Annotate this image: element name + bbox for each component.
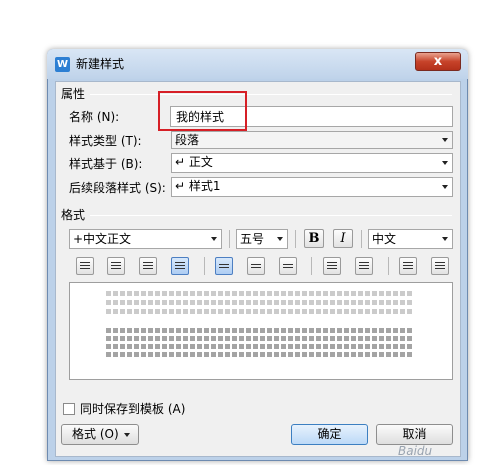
format-menu-button[interactable]: 格式 (O): [61, 424, 139, 445]
preview-previous-paragraph: [106, 300, 412, 305]
decrease-indent-icon[interactable]: [399, 257, 417, 275]
space-after-icon[interactable]: [355, 257, 373, 275]
language-value: 中文: [372, 232, 397, 246]
format-group-label: 格式: [61, 208, 89, 222]
style-preview-pane: [69, 282, 453, 380]
toolbar-separator: [295, 230, 296, 248]
watermark: Baidu: [398, 444, 433, 458]
language-select[interactable]: 中文: [368, 229, 453, 249]
font-size-select[interactable]: 五号: [236, 229, 288, 249]
italic-button[interactable]: I: [333, 229, 353, 248]
align-right-icon[interactable]: [139, 257, 157, 275]
preview-sample-paragraph: [106, 344, 412, 349]
format-group-line: [90, 215, 452, 216]
chevron-down-icon: [442, 185, 448, 189]
font-select[interactable]: +中文正文: [69, 229, 222, 249]
based-on-select[interactable]: ↵ 正文: [171, 153, 453, 173]
preview-previous-paragraph: [106, 309, 412, 314]
chevron-down-icon: [124, 432, 130, 437]
next-style-value: ↵ 样式1: [175, 179, 221, 193]
align-left-icon[interactable]: [76, 257, 94, 275]
space-before-icon[interactable]: [323, 257, 341, 275]
add-to-template-checkbox[interactable]: [63, 403, 75, 415]
line-spacing-double-icon[interactable]: [279, 257, 297, 275]
toolbar-separator: [361, 230, 362, 248]
align-center-icon[interactable]: [107, 257, 125, 275]
name-label: 名称 (N):: [69, 110, 120, 124]
chevron-down-icon: [277, 237, 283, 241]
dialog-title: 新建样式: [76, 57, 125, 71]
close-button[interactable]: x: [415, 52, 461, 71]
chevron-down-icon: [442, 237, 448, 241]
properties-group-label: 属性: [61, 87, 89, 101]
ok-button[interactable]: 确定: [291, 424, 368, 445]
based-on-value: ↵ 正文: [175, 155, 213, 169]
font-size-value: 五号: [240, 232, 265, 246]
toolbar-separator: [229, 230, 230, 248]
add-to-template-label[interactable]: 同时保存到模板 (A): [80, 402, 185, 416]
align-justify-icon[interactable]: [171, 257, 189, 275]
increase-indent-icon[interactable]: [431, 257, 449, 275]
based-on-label: 样式基于 (B):: [69, 157, 143, 171]
chevron-down-icon: [442, 161, 448, 165]
preview-previous-paragraph: [106, 291, 412, 296]
preview-sample-paragraph: [106, 328, 412, 333]
next-style-select[interactable]: ↵ 样式1: [171, 177, 453, 197]
style-type-label: 样式类型 (T):: [69, 134, 142, 148]
chevron-down-icon: [442, 138, 448, 142]
properties-group-line: [90, 94, 452, 95]
annotation-highlight-box: [158, 91, 247, 131]
style-type-select[interactable]: 段落: [171, 131, 453, 149]
wps-app-icon: W: [55, 57, 70, 72]
chevron-down-icon: [211, 237, 217, 241]
font-value: +中文正文: [73, 232, 132, 246]
line-spacing-one-half-icon[interactable]: [247, 257, 265, 275]
style-type-value: 段落: [175, 133, 200, 147]
toolbar-separator: [388, 257, 389, 275]
next-style-label: 后续段落样式 (S):: [69, 181, 166, 195]
preview-sample-paragraph: [106, 352, 412, 357]
line-spacing-single-icon[interactable]: [215, 257, 233, 275]
preview-sample-paragraph: [106, 336, 412, 341]
format-menu-label: 格式 (O): [72, 427, 119, 441]
cancel-button[interactable]: 取消: [376, 424, 453, 445]
toolbar-separator: [204, 257, 205, 275]
bold-button[interactable]: B: [304, 229, 324, 248]
toolbar-separator: [311, 257, 312, 275]
